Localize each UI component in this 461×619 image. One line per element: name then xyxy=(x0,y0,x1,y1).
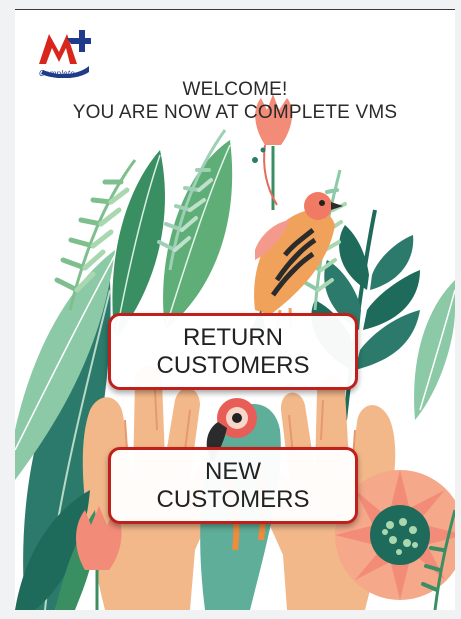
logo-text: Complete xyxy=(39,69,75,78)
new-customers-label-1: NEW xyxy=(205,457,261,485)
leaf-right-edge xyxy=(414,280,455,420)
complete-logo: Complete xyxy=(37,26,93,79)
return-customers-button[interactable]: RETURN CUSTOMERS xyxy=(108,313,358,390)
welcome-screen: Complete WELCOME! YOU ARE NOW AT COMPLET… xyxy=(15,10,455,610)
new-customers-label-2: CUSTOMERS xyxy=(156,485,310,513)
app-frame: Complete WELCOME! YOU ARE NOW AT COMPLET… xyxy=(0,0,461,619)
leaf-upper-left xyxy=(112,150,165,341)
return-customers-label-1: RETURN xyxy=(183,323,283,351)
new-customers-button[interactable]: NEW CUSTOMERS xyxy=(108,447,358,524)
welcome-heading: WELCOME! YOU ARE NOW AT COMPLETE VMS xyxy=(15,78,455,124)
return-customers-label-2: CUSTOMERS xyxy=(156,351,310,379)
welcome-line-2: YOU ARE NOW AT COMPLETE VMS xyxy=(72,102,398,123)
welcome-line-1: WELCOME! xyxy=(182,79,288,100)
